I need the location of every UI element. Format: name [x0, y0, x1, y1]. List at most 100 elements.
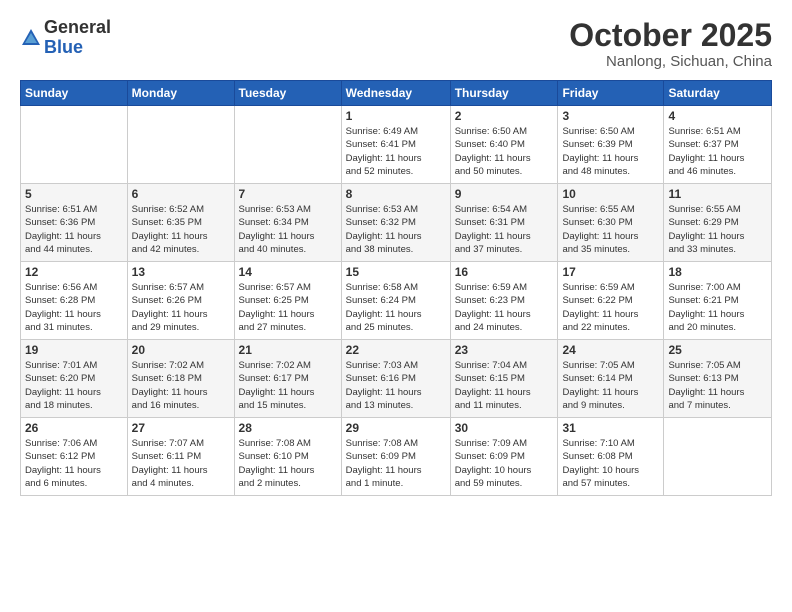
- day-info: Sunrise: 7:02 AM Sunset: 6:18 PM Dayligh…: [132, 359, 230, 412]
- day-info: Sunrise: 6:51 AM Sunset: 6:36 PM Dayligh…: [25, 203, 123, 256]
- day-info: Sunrise: 6:57 AM Sunset: 6:26 PM Dayligh…: [132, 281, 230, 334]
- day-number: 31: [562, 421, 659, 435]
- calendar-cell: 13 Sunrise: 6:57 AM Sunset: 6:26 PM Dayli…: [127, 262, 234, 340]
- weekday-monday: Monday: [127, 81, 234, 106]
- logo-text: General Blue: [44, 18, 111, 58]
- day-number: 14: [239, 265, 337, 279]
- calendar-body: 1Sunrise: 6:49 AM Sunset: 6:41 PM Daylig…: [21, 106, 772, 496]
- calendar-cell: 18 Sunrise: 7:00 AM Sunset: 6:21 PM Dayli…: [664, 262, 772, 340]
- day-number: 22: [346, 343, 446, 357]
- calendar-cell: 20 Sunrise: 7:02 AM Sunset: 6:18 PM Dayli…: [127, 340, 234, 418]
- day-number: 11: [668, 187, 767, 201]
- day-info: Sunrise: 7:08 AM Sunset: 6:10 PM Dayligh…: [239, 437, 337, 490]
- weekday-tuesday: Tuesday: [234, 81, 341, 106]
- calendar-cell: 22 Sunrise: 7:03 AM Sunset: 6:16 PM Dayli…: [341, 340, 450, 418]
- weekday-thursday: Thursday: [450, 81, 558, 106]
- calendar-cell: 19 Sunrise: 7:01 AM Sunset: 6:20 PM Dayli…: [21, 340, 128, 418]
- month-title: October 2025: [569, 18, 772, 53]
- day-number: 28: [239, 421, 337, 435]
- calendar-cell: 9Sunrise: 6:54 AM Sunset: 6:31 PM Daylig…: [450, 184, 558, 262]
- location-title: Nanlong, Sichuan, China: [569, 53, 772, 70]
- calendar-cell: 5Sunrise: 6:51 AM Sunset: 6:36 PM Daylig…: [21, 184, 128, 262]
- day-number: 17: [562, 265, 659, 279]
- calendar-cell: 26Sunrise: 7:06 AM Sunset: 6:12 PM Dayli…: [21, 418, 128, 496]
- day-info: Sunrise: 6:55 AM Sunset: 6:30 PM Dayligh…: [562, 203, 659, 256]
- calendar-cell: 2Sunrise: 6:50 AM Sunset: 6:40 PM Daylig…: [450, 106, 558, 184]
- day-number: 21: [239, 343, 337, 357]
- calendar-cell: 1Sunrise: 6:49 AM Sunset: 6:41 PM Daylig…: [341, 106, 450, 184]
- day-info: Sunrise: 6:53 AM Sunset: 6:32 PM Dayligh…: [346, 203, 446, 256]
- calendar-cell: 17Sunrise: 6:59 AM Sunset: 6:22 PM Dayli…: [558, 262, 664, 340]
- day-number: 9: [455, 187, 554, 201]
- day-number: 27: [132, 421, 230, 435]
- calendar-cell: 6 Sunrise: 6:52 AM Sunset: 6:35 PM Daylig…: [127, 184, 234, 262]
- calendar-cell: 12Sunrise: 6:56 AM Sunset: 6:28 PM Dayli…: [21, 262, 128, 340]
- logo: General Blue: [20, 18, 111, 58]
- day-number: 25: [668, 343, 767, 357]
- day-number: 29: [346, 421, 446, 435]
- day-info: Sunrise: 6:52 AM Sunset: 6:35 PM Dayligh…: [132, 203, 230, 256]
- day-info: Sunrise: 6:56 AM Sunset: 6:28 PM Dayligh…: [25, 281, 123, 334]
- day-info: Sunrise: 7:05 AM Sunset: 6:13 PM Dayligh…: [668, 359, 767, 412]
- calendar-cell: 8 Sunrise: 6:53 AM Sunset: 6:32 PM Daylig…: [341, 184, 450, 262]
- calendar-cell: [127, 106, 234, 184]
- day-number: 13: [132, 265, 230, 279]
- day-info: Sunrise: 6:58 AM Sunset: 6:24 PM Dayligh…: [346, 281, 446, 334]
- day-info: Sunrise: 7:05 AM Sunset: 6:14 PM Dayligh…: [562, 359, 659, 412]
- calendar-cell: 25 Sunrise: 7:05 AM Sunset: 6:13 PM Dayli…: [664, 340, 772, 418]
- calendar-cell: [234, 106, 341, 184]
- calendar-cell: 11 Sunrise: 6:55 AM Sunset: 6:29 PM Dayli…: [664, 184, 772, 262]
- day-info: Sunrise: 6:49 AM Sunset: 6:41 PM Dayligh…: [346, 125, 446, 178]
- weekday-sunday: Sunday: [21, 81, 128, 106]
- calendar-cell: 29 Sunrise: 7:08 AM Sunset: 6:09 PM Dayli…: [341, 418, 450, 496]
- calendar-header: Sunday Monday Tuesday Wednesday Thursday…: [21, 81, 772, 106]
- day-number: 3: [562, 109, 659, 123]
- calendar-cell: 24Sunrise: 7:05 AM Sunset: 6:14 PM Dayli…: [558, 340, 664, 418]
- day-info: Sunrise: 7:10 AM Sunset: 6:08 PM Dayligh…: [562, 437, 659, 490]
- day-info: Sunrise: 6:50 AM Sunset: 6:40 PM Dayligh…: [455, 125, 554, 178]
- calendar-cell: 16Sunrise: 6:59 AM Sunset: 6:23 PM Dayli…: [450, 262, 558, 340]
- calendar-cell: [21, 106, 128, 184]
- day-info: Sunrise: 7:03 AM Sunset: 6:16 PM Dayligh…: [346, 359, 446, 412]
- day-info: Sunrise: 7:06 AM Sunset: 6:12 PM Dayligh…: [25, 437, 123, 490]
- calendar-cell: 7Sunrise: 6:53 AM Sunset: 6:34 PM Daylig…: [234, 184, 341, 262]
- day-number: 18: [668, 265, 767, 279]
- day-number: 20: [132, 343, 230, 357]
- day-number: 8: [346, 187, 446, 201]
- calendar-week-4: 19 Sunrise: 7:01 AM Sunset: 6:20 PM Dayli…: [21, 340, 772, 418]
- calendar-cell: 14Sunrise: 6:57 AM Sunset: 6:25 PM Dayli…: [234, 262, 341, 340]
- day-info: Sunrise: 6:59 AM Sunset: 6:23 PM Dayligh…: [455, 281, 554, 334]
- day-info: Sunrise: 6:53 AM Sunset: 6:34 PM Dayligh…: [239, 203, 337, 256]
- weekday-saturday: Saturday: [664, 81, 772, 106]
- day-info: Sunrise: 7:08 AM Sunset: 6:09 PM Dayligh…: [346, 437, 446, 490]
- calendar-cell: 10 Sunrise: 6:55 AM Sunset: 6:30 PM Dayli…: [558, 184, 664, 262]
- day-info: Sunrise: 6:55 AM Sunset: 6:29 PM Dayligh…: [668, 203, 767, 256]
- calendar-cell: 4Sunrise: 6:51 AM Sunset: 6:37 PM Daylig…: [664, 106, 772, 184]
- logo-general: General: [44, 18, 111, 38]
- calendar-week-3: 12Sunrise: 6:56 AM Sunset: 6:28 PM Dayli…: [21, 262, 772, 340]
- calendar-cell: 31 Sunrise: 7:10 AM Sunset: 6:08 PM Dayli…: [558, 418, 664, 496]
- calendar-cell: [664, 418, 772, 496]
- day-number: 23: [455, 343, 554, 357]
- day-number: 30: [455, 421, 554, 435]
- day-info: Sunrise: 7:02 AM Sunset: 6:17 PM Dayligh…: [239, 359, 337, 412]
- weekday-wednesday: Wednesday: [341, 81, 450, 106]
- calendar-week-2: 5Sunrise: 6:51 AM Sunset: 6:36 PM Daylig…: [21, 184, 772, 262]
- calendar-table: Sunday Monday Tuesday Wednesday Thursday…: [20, 80, 772, 496]
- day-info: Sunrise: 7:00 AM Sunset: 6:21 PM Dayligh…: [668, 281, 767, 334]
- day-info: Sunrise: 7:04 AM Sunset: 6:15 PM Dayligh…: [455, 359, 554, 412]
- calendar-cell: 3 Sunrise: 6:50 AM Sunset: 6:39 PM Daylig…: [558, 106, 664, 184]
- weekday-friday: Friday: [558, 81, 664, 106]
- day-info: Sunrise: 6:50 AM Sunset: 6:39 PM Dayligh…: [562, 125, 659, 178]
- day-number: 10: [562, 187, 659, 201]
- calendar-page: General Blue October 2025 Nanlong, Sichu…: [0, 0, 792, 612]
- calendar-cell: 30Sunrise: 7:09 AM Sunset: 6:09 PM Dayli…: [450, 418, 558, 496]
- calendar-cell: 21 Sunrise: 7:02 AM Sunset: 6:17 PM Dayli…: [234, 340, 341, 418]
- day-number: 6: [132, 187, 230, 201]
- day-info: Sunrise: 7:01 AM Sunset: 6:20 PM Dayligh…: [25, 359, 123, 412]
- calendar-week-5: 26Sunrise: 7:06 AM Sunset: 6:12 PM Dayli…: [21, 418, 772, 496]
- day-number: 15: [346, 265, 446, 279]
- calendar-cell: 15 Sunrise: 6:58 AM Sunset: 6:24 PM Dayli…: [341, 262, 450, 340]
- day-number: 19: [25, 343, 123, 357]
- weekday-row: Sunday Monday Tuesday Wednesday Thursday…: [21, 81, 772, 106]
